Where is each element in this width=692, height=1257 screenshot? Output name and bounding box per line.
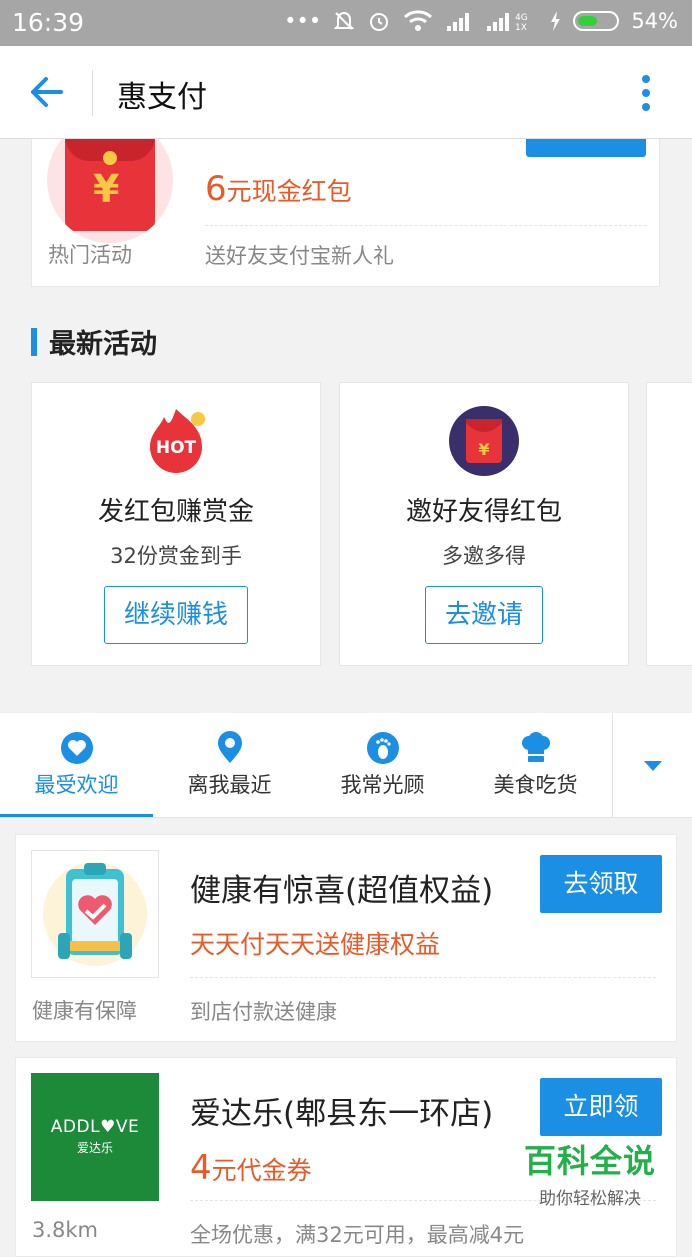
tab-most-popular[interactable]: 最受欢迎	[0, 713, 153, 817]
status-bar: 16:39 ••• 4G 1X 54%	[0, 0, 692, 46]
app-bar: 惠支付	[0, 46, 692, 139]
signal-icon	[447, 13, 470, 31]
activity-card-partial[interactable]	[646, 382, 692, 666]
invite-button[interactable]: 去邀请	[424, 586, 544, 644]
hot-card-amount: 6元现金红包	[205, 169, 352, 209]
tab-food[interactable]: 美食吃货	[459, 713, 612, 817]
tabs-separator	[612, 713, 613, 817]
watermark-subtitle: 助你轻松解决	[539, 1189, 641, 1209]
claim-now-button[interactable]: 立即领	[540, 1078, 662, 1136]
more-dots-icon: •••	[284, 9, 322, 33]
mute-icon	[333, 12, 355, 30]
hot-card-label: 热门活动	[48, 243, 132, 267]
shop-left-note: 健康有保障	[32, 999, 137, 1023]
tab-frequent[interactable]: 我常光顾	[306, 713, 459, 817]
section-title-latest: 最新活动	[31, 322, 157, 361]
tab-underline	[0, 814, 153, 817]
watermark: 百科全说 助你轻松解决	[515, 1136, 665, 1209]
tab-label: 最受欢迎	[34, 773, 119, 797]
caret-down-icon[interactable]	[642, 759, 664, 773]
shop-right-note: 全场优惠，满32元可用，最高减4元	[190, 1223, 525, 1247]
footprint-icon	[366, 732, 399, 764]
shop-card-health[interactable]: 健康有惊喜(超值权益) 去领取 天天付天天送健康权益 健康有保障 到店付款送健康	[15, 834, 677, 1042]
red-envelope-icon: ¥	[449, 406, 519, 476]
section-accent-bar	[31, 327, 37, 356]
svg-text:HOT: HOT	[156, 438, 197, 458]
shop-title: 爱达乐(郫县东一环店)	[190, 1096, 494, 1132]
hot-activity-card[interactable]: ¥ 6元现金红包 热门活动 送好友支付宝新人礼	[31, 139, 660, 287]
shop-promo: 天天付天天送健康权益	[190, 930, 441, 959]
shop-title: 健康有惊喜(超值权益)	[190, 873, 494, 909]
tab-label: 美食吃货	[493, 773, 578, 797]
hot-card-amount-text: 元现金红包	[226, 177, 352, 206]
status-time: 16:39	[12, 8, 85, 37]
watermark-title: 百科全说	[523, 1142, 656, 1180]
divider	[190, 977, 656, 978]
red-envelope-icon: ¥	[47, 139, 173, 243]
hot-badge-icon: HOT	[150, 409, 205, 473]
hot-card-description: 送好友支付宝新人礼	[205, 244, 394, 268]
category-tabs: 最受欢迎 离我最近 我常光顾 美食吃货	[0, 713, 692, 818]
battery-percent: 54%	[631, 9, 678, 33]
section-title-text: 最新活动	[49, 329, 157, 360]
promo-number: 4	[190, 1148, 212, 1188]
shop-right-note: 到店付款送健康	[190, 1000, 337, 1024]
tab-label: 离我最近	[187, 773, 272, 797]
activity-subtitle: 32份赏金到手	[110, 544, 242, 568]
activity-title: 邀好友得红包	[405, 497, 562, 527]
tab-nearby[interactable]: 离我最近	[153, 713, 306, 817]
shop-distance: 3.8km	[32, 1218, 99, 1242]
hot-card-amount-number: 6	[205, 169, 227, 209]
logo-text: ADDL♥VE	[50, 1117, 140, 1137]
svg-text:¥: ¥	[478, 440, 489, 459]
activity-subtitle: 多邀多得	[442, 544, 526, 568]
hot-card-button[interactable]	[526, 139, 646, 157]
claim-button[interactable]: 去领取	[540, 855, 662, 913]
shop-promo: 4元代金券	[190, 1148, 312, 1188]
arrow-left-icon[interactable]	[28, 74, 64, 110]
logo-subtext: 爱达乐	[76, 1141, 113, 1155]
activity-card-red-packet[interactable]: HOT 发红包赚赏金 32份赏金到手 继续赚钱	[31, 382, 321, 666]
page-title: 惠支付	[117, 80, 207, 115]
battery-icon	[573, 11, 620, 31]
charging-icon	[551, 11, 561, 31]
signal-4g-icon: 4G1X	[487, 13, 528, 32]
activity-card-invite[interactable]: ¥ 邀好友得红包 多邀多得 去邀请	[339, 382, 629, 666]
addlove-logo: ADDL♥VE 爱达乐	[31, 1073, 159, 1201]
promo-text: 元代金券	[211, 1156, 312, 1185]
health-clipboard-icon	[31, 850, 159, 978]
location-pin-icon	[217, 731, 242, 763]
continue-earning-button[interactable]: 继续赚钱	[103, 586, 249, 644]
activity-title: 发红包赚赏金	[97, 497, 254, 527]
heart-icon	[60, 732, 93, 764]
svg-text:1X: 1X	[515, 23, 527, 32]
svg-text:4G: 4G	[515, 13, 528, 23]
status-icons: ••• 4G 1X 54%	[284, 9, 678, 33]
appbar-divider	[92, 70, 93, 116]
tab-label: 我常光顾	[340, 773, 425, 797]
more-vertical-icon[interactable]	[640, 74, 652, 112]
wifi-icon	[404, 10, 433, 31]
alarm-icon	[370, 13, 389, 31]
chef-hat-icon	[521, 732, 550, 762]
divider	[205, 225, 647, 226]
